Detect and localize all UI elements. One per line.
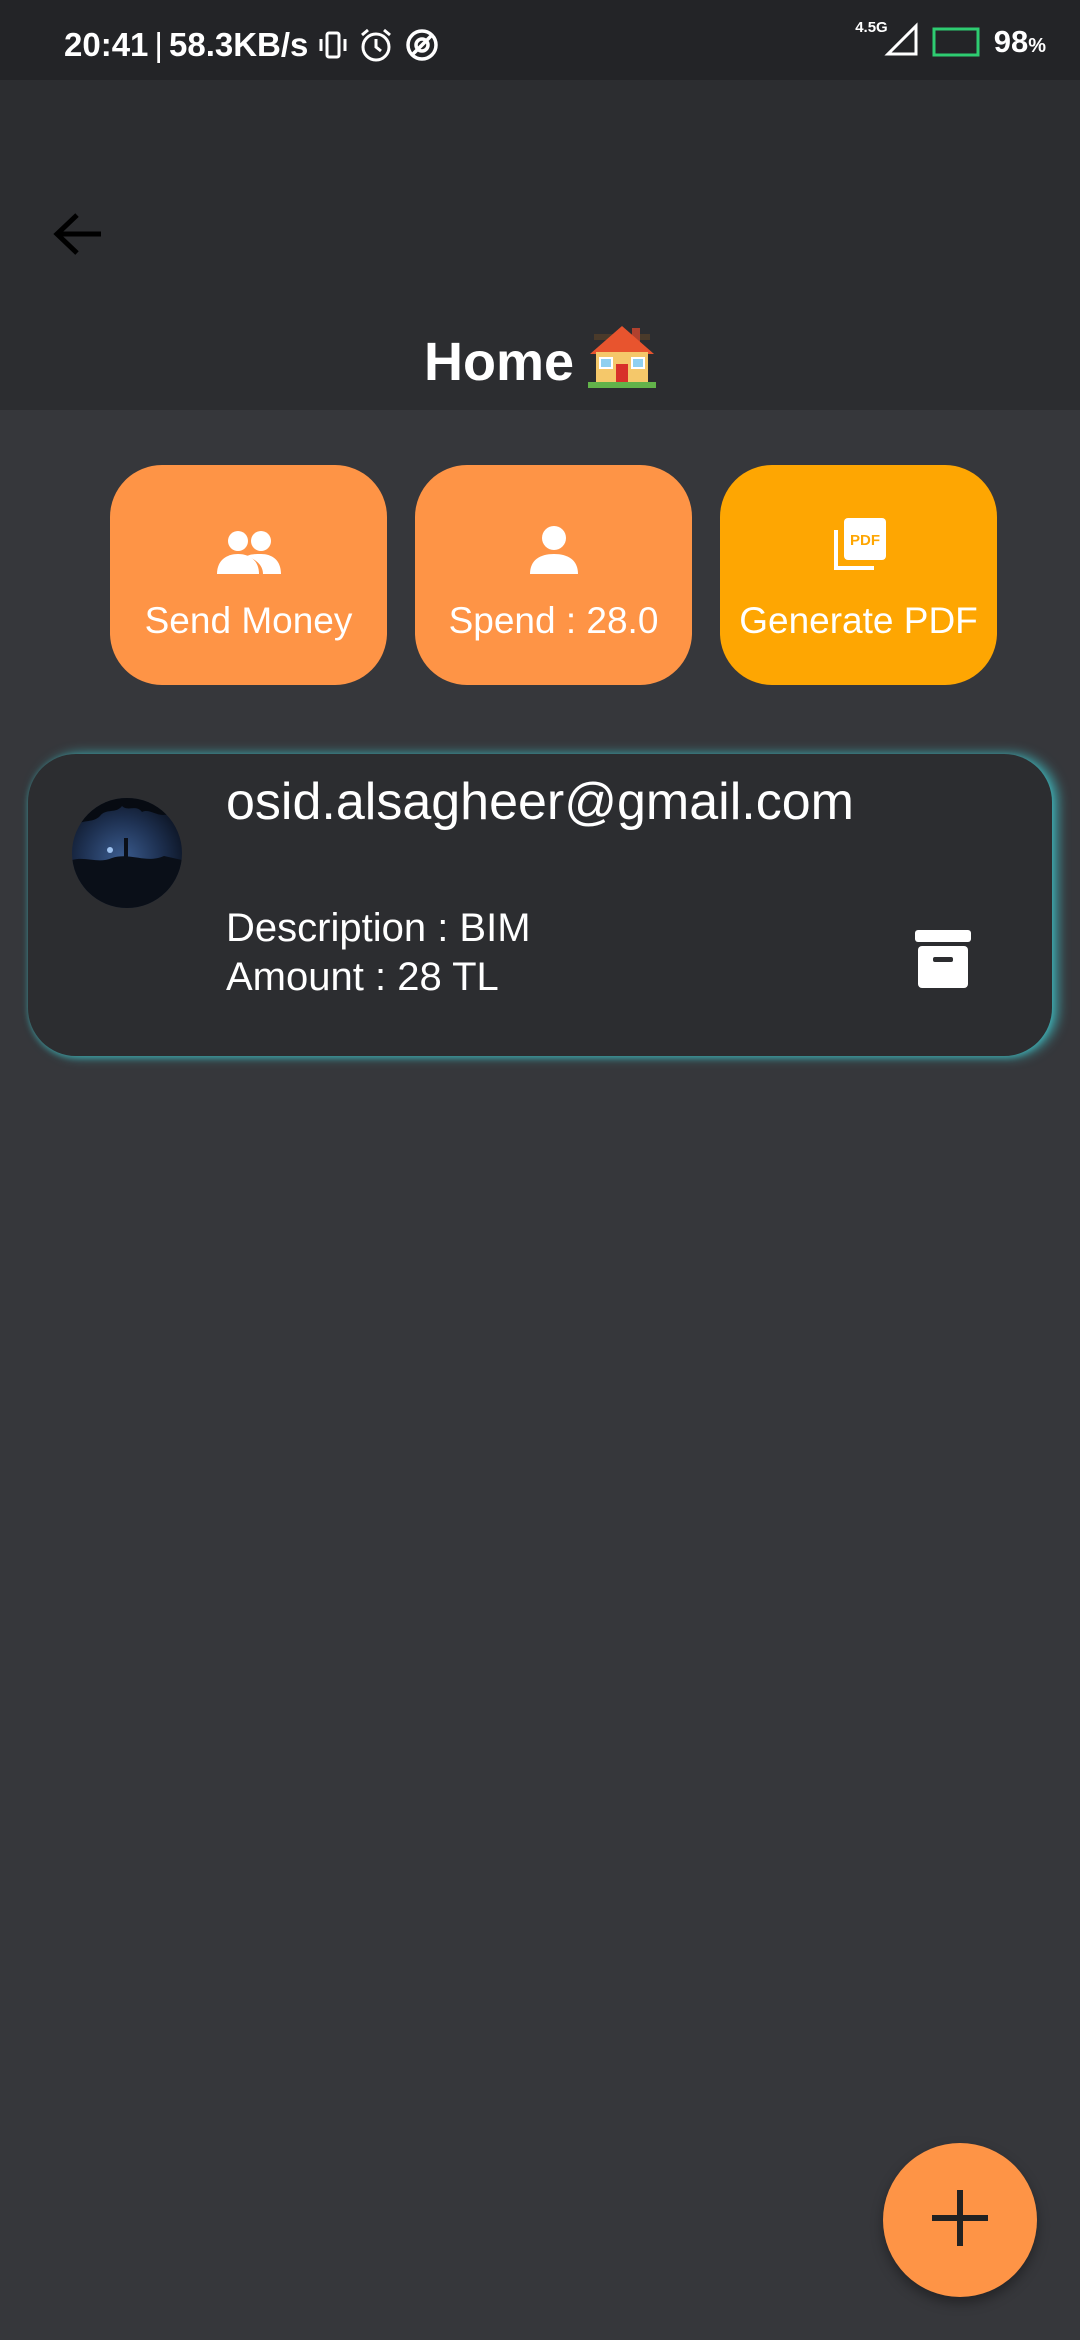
generate-pdf-label: Generate PDF bbox=[739, 600, 978, 641]
battery-value: 98 bbox=[993, 23, 1029, 59]
network-type: 4.5G bbox=[855, 19, 888, 36]
pdf-icon-text: PDF bbox=[850, 532, 880, 549]
person-icon bbox=[529, 514, 578, 574]
arrow-left-icon bbox=[53, 212, 103, 261]
status-time: 20:41 bbox=[64, 26, 149, 63]
page-title: Home bbox=[0, 324, 1080, 401]
transaction-email: osid.alsagheer@gmail.com bbox=[226, 773, 854, 831]
vibrate-icon bbox=[318, 29, 348, 61]
battery-unit: % bbox=[1028, 34, 1046, 57]
status-right: 4.5G 98% bbox=[855, 19, 1046, 61]
alarm-icon bbox=[358, 27, 394, 63]
transaction-card[interactable]: osid.alsagheer@gmail.com Description : B… bbox=[28, 754, 1052, 1056]
archive-button[interactable] bbox=[908, 926, 978, 996]
add-fab-button[interactable] bbox=[883, 2143, 1037, 2297]
generate-pdf-button[interactable]: PDF Generate PDF bbox=[720, 465, 997, 685]
status-net-speed: 58.3KB/s bbox=[168, 26, 309, 63]
data-saver-icon bbox=[404, 27, 440, 63]
transaction-amount: Amount : 28 TL bbox=[226, 955, 499, 999]
spend-button[interactable]: Spend : 28.0 bbox=[415, 465, 692, 685]
send-money-label: Send Money bbox=[144, 600, 353, 641]
battery-icon bbox=[932, 27, 980, 57]
page-title-text: Home bbox=[423, 332, 575, 392]
house-emoji-icon bbox=[588, 324, 657, 401]
status-bar: 20:41 | 58.3KB/s 4.5G 98% bbox=[0, 0, 1080, 80]
status-left: 20:41 | 58.3KB/s bbox=[64, 26, 440, 64]
back-button[interactable] bbox=[46, 204, 110, 268]
archive-icon bbox=[915, 929, 971, 993]
spend-label: Spend : 28.0 bbox=[448, 600, 659, 641]
people-icon bbox=[216, 514, 281, 574]
plus-icon bbox=[930, 2188, 990, 2253]
transaction-description: Description : BIM bbox=[226, 906, 531, 950]
pdf-icon: PDF bbox=[830, 514, 888, 574]
signal-icon bbox=[884, 22, 918, 61]
status-separator: | bbox=[154, 26, 163, 63]
avatar bbox=[72, 798, 182, 908]
avatar-image bbox=[72, 798, 182, 908]
app-bar: Home bbox=[0, 80, 1080, 410]
send-money-button[interactable]: Send Money bbox=[110, 465, 387, 685]
screen: 20:41 | 58.3KB/s 4.5G 98% Home Send Mone… bbox=[0, 0, 1080, 2340]
battery-percent: 98% bbox=[994, 24, 1046, 60]
